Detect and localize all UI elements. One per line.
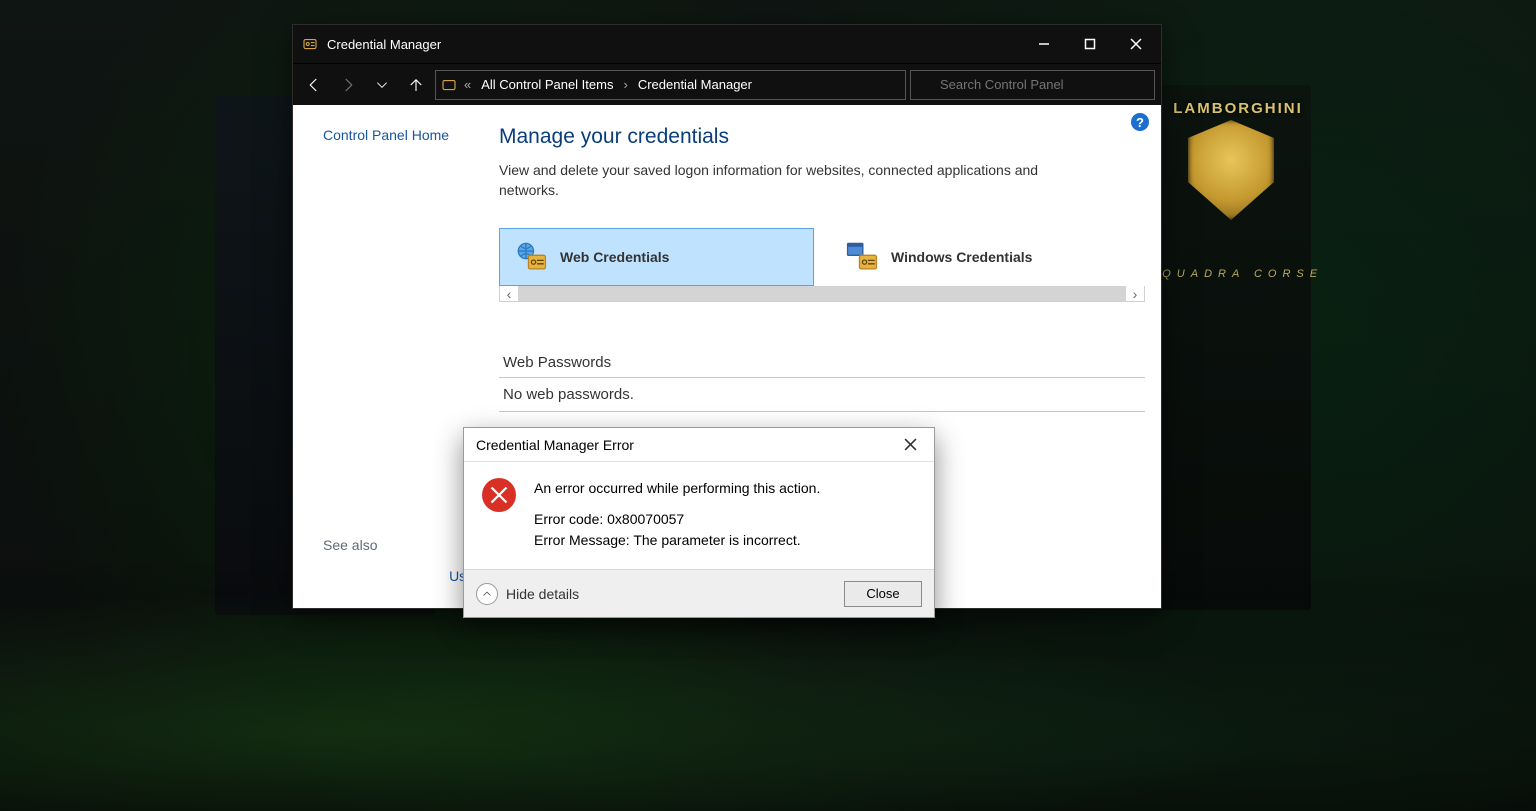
section-title: Web Passwords: [499, 348, 1145, 378]
tile-windows-credentials[interactable]: Windows Credentials: [830, 228, 1145, 286]
dialog-titlebar[interactable]: Credential Manager Error: [464, 428, 934, 462]
desktop-wallpaper: LAMBORGHINI SQUADRA CORSE Credential Man…: [0, 0, 1536, 811]
hide-details-toggle[interactable]: Hide details: [476, 583, 579, 605]
nav-recent-dropdown[interactable]: [367, 70, 397, 100]
dialog-error-message: Error Message: The parameter is incorrec…: [534, 530, 820, 551]
dialog-close-button[interactable]: [890, 430, 930, 460]
breadcrumb-prefix: «: [462, 77, 473, 92]
dialog-close-action-button[interactable]: Close: [844, 581, 922, 607]
chevron-up-icon: [476, 583, 498, 605]
tile-label: Windows Credentials: [891, 249, 1032, 265]
dialog-title: Credential Manager Error: [476, 437, 890, 453]
explorer-navbar: « All Control Panel Items › Credential M…: [293, 63, 1161, 105]
control-panel-home-link[interactable]: Control Panel Home: [323, 127, 449, 143]
address-app-icon: [440, 76, 458, 94]
error-dialog: Credential Manager Error An error occurr…: [463, 427, 935, 618]
nav-forward-button[interactable]: [333, 70, 363, 100]
search-input[interactable]: [940, 77, 1148, 92]
see-also-label: See also: [323, 537, 377, 553]
nav-up-button[interactable]: [401, 70, 431, 100]
scroll-right-button[interactable]: ›: [1126, 286, 1144, 301]
refresh-button[interactable]: [871, 78, 901, 92]
credential-type-tiles: Web Credentials Windows Credentials: [499, 228, 1145, 286]
scroll-left-button[interactable]: ‹: [500, 286, 518, 301]
dialog-message: An error occurred while performing this …: [534, 478, 820, 499]
breadcrumb-chevron-icon: ›: [621, 77, 629, 92]
minimize-button[interactable]: [1021, 25, 1067, 63]
address-bar[interactable]: « All Control Panel Items › Credential M…: [435, 70, 906, 100]
address-history-dropdown[interactable]: [837, 79, 867, 91]
search-box[interactable]: [910, 70, 1155, 100]
page-description: View and delete your saved logon informa…: [499, 161, 1059, 200]
window-title: Credential Manager: [327, 37, 1021, 52]
web-passwords-section: Web Passwords No web passwords.: [499, 348, 1145, 412]
tiles-horizontal-scrollbar[interactable]: ‹ ›: [499, 286, 1145, 302]
nav-back-button[interactable]: [299, 70, 329, 100]
close-button[interactable]: [1113, 25, 1159, 63]
maximize-button[interactable]: [1067, 25, 1113, 63]
sidebar: Control Panel Home See also User Account…: [293, 105, 469, 608]
scroll-thumb[interactable]: [518, 286, 1126, 301]
help-icon[interactable]: ?: [1131, 113, 1149, 131]
window-titlebar[interactable]: Credential Manager: [293, 25, 1161, 63]
web-credentials-icon: [514, 240, 548, 274]
breadcrumb-item-1[interactable]: Credential Manager: [634, 75, 756, 94]
app-icon: [301, 35, 319, 53]
error-icon: [482, 478, 516, 512]
dialog-footer: Hide details Close: [464, 569, 934, 617]
tile-label: Web Credentials: [560, 249, 669, 265]
page-heading: Manage your credentials: [499, 125, 1145, 149]
dialog-message-block: An error occurred while performing this …: [534, 478, 820, 551]
breadcrumb-item-0[interactable]: All Control Panel Items: [477, 75, 617, 94]
tile-web-credentials[interactable]: Web Credentials: [499, 228, 814, 286]
section-empty-text: No web passwords.: [499, 378, 1145, 412]
dialog-body: An error occurred while performing this …: [464, 462, 934, 569]
search-icon: [917, 77, 932, 92]
dialog-error-code: Error code: 0x80070057: [534, 509, 820, 530]
hide-details-label: Hide details: [506, 586, 579, 602]
windows-credentials-icon: [845, 240, 879, 274]
